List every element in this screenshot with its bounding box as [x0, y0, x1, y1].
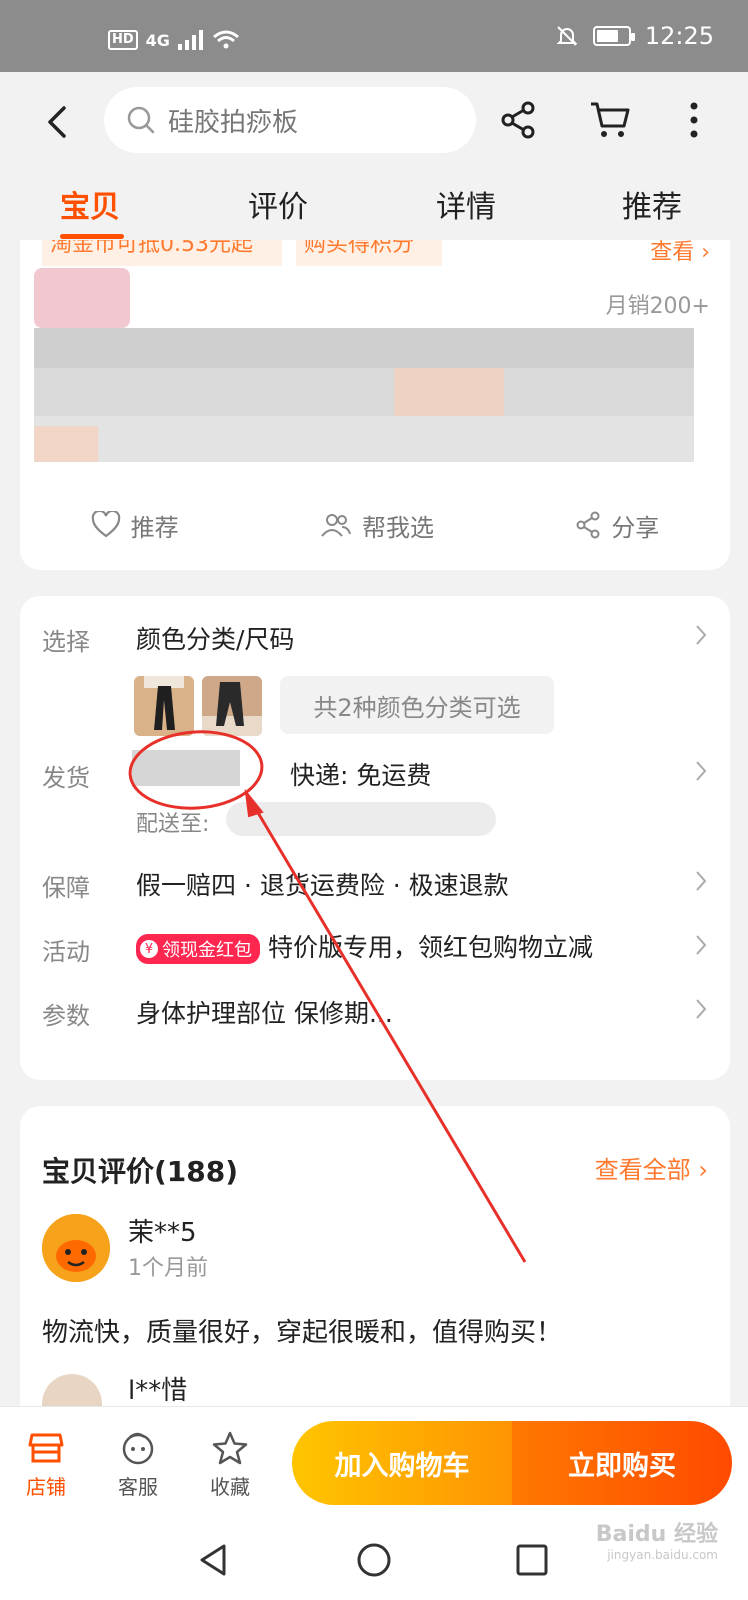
see-all-reviews-link[interactable]: 查看全部 › — [595, 1150, 708, 1185]
add-to-cart-button[interactable]: 加入购物车 — [292, 1421, 512, 1505]
product-share-button[interactable]: 分享 — [575, 508, 659, 543]
favorite-button[interactable]: 收藏 — [200, 1431, 260, 1500]
ship-value: 快递: 免运费 — [290, 761, 432, 790]
nav-recents-icon[interactable] — [510, 1538, 554, 1582]
network-label: 4G — [145, 30, 170, 50]
review-username: l**惜 — [128, 1376, 188, 1406]
chevron-right-icon — [696, 935, 707, 955]
tab-reviews[interactable]: 评价 — [248, 182, 308, 226]
store-label: 店铺 — [26, 1475, 66, 1499]
options-card: 选择 颜色分类/尺码 共2种颜色分类可选 发货 快递: 免运费 配送至: 保障 … — [20, 596, 730, 1080]
guarantee-label: 保障 — [42, 874, 90, 902]
purchase-buttons: 加入购物车 立即购买 — [292, 1421, 732, 1505]
variant-thumb-2[interactable] — [202, 676, 262, 736]
tab-recommend[interactable]: 推荐 — [622, 182, 682, 226]
battery-icon — [592, 26, 635, 46]
address-redacted — [226, 802, 496, 836]
reviews-card: 宝贝评价(188) 查看全部 › 茉**5 1个月前 物流快，质量很好，穿起很暖… — [20, 1106, 730, 1414]
signal-icon — [177, 30, 203, 50]
buy-now-button[interactable]: 立即购买 — [512, 1421, 732, 1505]
help-choose-button[interactable]: 帮我选 — [320, 508, 434, 543]
select-label: 选择 — [42, 628, 90, 656]
tab-item[interactable]: 宝贝 — [60, 182, 120, 226]
ship-label: 发货 — [42, 764, 90, 792]
product-info-card: 淘金币可抵0.53元起 购买得积分 查看 › 月销200+ 推荐 帮我选 分享 — [20, 240, 730, 570]
mascot-avatar-icon — [42, 1214, 110, 1282]
share-icon[interactable] — [496, 98, 540, 142]
deliver-to-label: 配送至: — [136, 812, 210, 837]
activity-value: 特价版专用，领红包购物立减 — [267, 933, 593, 962]
recommend-label: 推荐 — [130, 513, 179, 542]
search-placeholder: 硅胶拍痧板 — [168, 107, 299, 138]
clock: 12:25 — [644, 22, 714, 50]
favorite-label: 收藏 — [210, 1475, 250, 1499]
variant-count[interactable]: 共2种颜色分类可选 — [280, 676, 554, 734]
status-bar: HD 4G 12:25 — [0, 0, 748, 72]
customer-service-button[interactable]: 客服 — [108, 1431, 168, 1500]
chevron-right-icon — [696, 761, 707, 781]
wifi-icon — [212, 30, 239, 49]
share-label: 分享 — [611, 513, 660, 542]
activity-content: ¥ 领现金红包 特价版专用，领红包购物立减 — [136, 928, 593, 964]
red-packet-badge[interactable]: ¥ 领现金红包 — [136, 934, 260, 964]
review-time: 1个月前 — [128, 1256, 208, 1281]
nav-back-icon[interactable] — [192, 1538, 236, 1582]
bottom-action-bar: 店铺 客服 收藏 加入购物车 立即购买 — [0, 1406, 748, 1520]
search-input[interactable]: 硅胶拍痧板 — [104, 87, 476, 153]
more-icon[interactable] — [672, 98, 716, 142]
title-redacted-line3 — [34, 416, 694, 462]
recommend-button[interactable]: 推荐 — [91, 508, 179, 543]
heart-icon — [91, 511, 120, 538]
help-choose-label: 帮我选 — [361, 513, 434, 542]
store-button[interactable]: 店铺 — [16, 1431, 76, 1500]
reviews-title: 宝贝评价(188) — [42, 1155, 239, 1188]
mute-bell-icon — [556, 26, 578, 46]
ship-origin-redacted — [132, 750, 240, 786]
chevron-right-icon — [696, 999, 707, 1019]
service-icon — [122, 1432, 154, 1465]
store-icon — [28, 1433, 64, 1463]
promo-see-link[interactable]: 查看 › — [650, 240, 710, 266]
nav-home-icon[interactable] — [352, 1538, 396, 1582]
tab-bar: 宝贝 评价 详情 推荐 — [0, 182, 748, 242]
guarantee-value: 假一赔四 · 退货运费险 · 极速退款 — [136, 871, 509, 900]
action-row: 推荐 帮我选 分享 — [20, 500, 730, 550]
variant-image — [134, 676, 194, 736]
points-tag: 购买得积分 — [296, 240, 442, 266]
title-redacted-accent2 — [34, 426, 98, 462]
header: 硅胶拍痧板 宝贝 评价 详情 推荐 — [0, 72, 748, 248]
select-value: 颜色分类/尺码 — [136, 625, 295, 654]
tab-details[interactable]: 详情 — [436, 182, 496, 226]
cart-icon[interactable] — [588, 98, 632, 142]
price-redacted — [34, 268, 130, 328]
review-username: 茉**5 — [128, 1218, 197, 1248]
active-tab-indicator — [60, 234, 124, 239]
title-redacted-line2 — [34, 368, 694, 416]
activity-label: 活动 — [42, 938, 90, 966]
chevron-right-icon — [696, 871, 707, 891]
title-redacted — [34, 328, 694, 368]
service-label: 客服 — [118, 1475, 158, 1499]
variant-image — [202, 676, 262, 736]
yuan-icon: ¥ — [140, 940, 158, 958]
review-text: 物流快，质量很好，穿起很暖和，值得购买！ — [42, 1318, 563, 1348]
search-icon — [127, 106, 155, 134]
title-redacted-accent — [394, 368, 504, 416]
chevron-right-icon — [696, 625, 707, 645]
star-icon — [212, 1431, 248, 1465]
variant-thumb-1[interactable] — [134, 676, 194, 736]
share-icon — [576, 511, 600, 539]
monthly-sales: 月销200+ — [605, 294, 710, 319]
baidu-watermark: Baidu 经验 jingyan.baidu.com — [595, 1522, 718, 1562]
avatar — [42, 1214, 110, 1282]
hd-icon: HD — [108, 30, 138, 50]
people-icon — [321, 514, 351, 537]
params-value: 身体护理部位 保修期... — [136, 999, 393, 1028]
coin-deduction-tag: 淘金币可抵0.53元起 — [42, 240, 282, 266]
back-arrow-icon[interactable] — [38, 102, 78, 142]
params-label: 参数 — [42, 1002, 90, 1030]
